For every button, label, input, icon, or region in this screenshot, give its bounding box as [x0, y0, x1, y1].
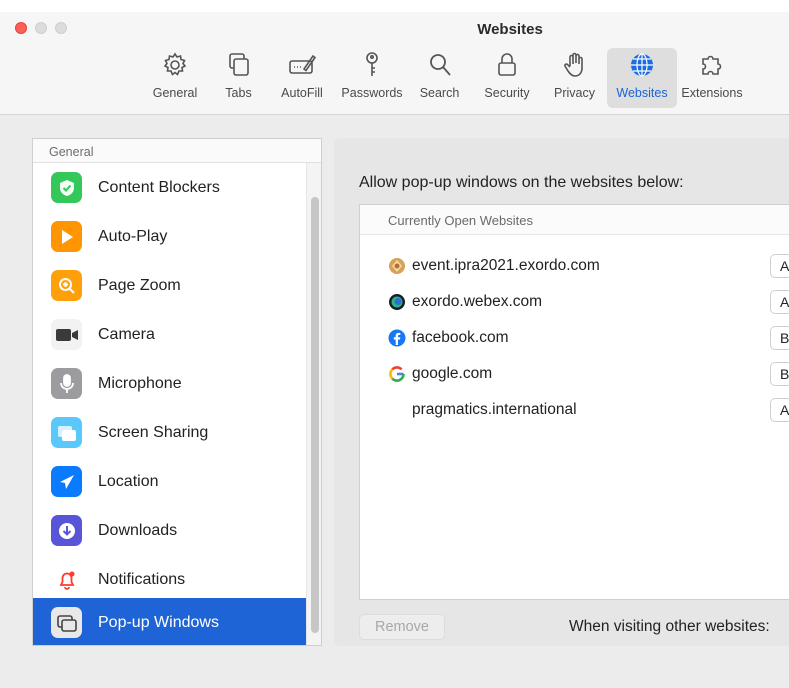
- list-item[interactable]: exordo.webex.com A: [360, 284, 789, 320]
- location-arrow-icon: [51, 466, 82, 497]
- tab-websites[interactable]: Websites: [607, 48, 677, 108]
- gear-icon: [163, 52, 187, 76]
- sidebar-item-label: Page Zoom: [98, 276, 181, 294]
- sidebar-item-content-blockers[interactable]: Content Blockers: [33, 163, 306, 212]
- sidebar-item-auto-play[interactable]: Auto-Play: [33, 212, 306, 261]
- puzzle-icon: [702, 55, 722, 75]
- sidebar-item-label: Downloads: [98, 521, 178, 539]
- lock-icon: [498, 53, 516, 76]
- tab-label: Tabs: [225, 86, 252, 100]
- play-icon: [51, 221, 82, 252]
- websites-list: Currently Open Websites event.ipra2021.e…: [359, 204, 789, 600]
- bell-icon: [51, 564, 82, 595]
- site-domain: google.com: [412, 365, 493, 382]
- camera-icon: [51, 319, 82, 350]
- site-setting-popup[interactable]: A: [770, 398, 789, 422]
- checkmark-shield-icon: [51, 172, 82, 203]
- site-domain: event.ipra2021.exordo.com: [412, 257, 600, 274]
- site-setting-popup[interactable]: A: [770, 254, 789, 278]
- tab-privacy[interactable]: Privacy: [542, 48, 607, 108]
- hand-icon: [563, 52, 583, 77]
- site-domain: pragmatics.international: [412, 401, 577, 418]
- sidebar-item-downloads[interactable]: Downloads: [33, 506, 306, 555]
- facebook-favicon: [388, 329, 406, 347]
- toolbar-area: Websites General Tabs AutoFill Passwords…: [0, 12, 789, 115]
- sidebar-item-microphone[interactable]: Microphone: [33, 359, 306, 408]
- microphone-icon: [51, 368, 82, 399]
- tab-general[interactable]: General: [140, 48, 210, 108]
- sidebar: General Content Blockers Auto-Play Page …: [32, 138, 322, 646]
- screen-sharing-icon: [51, 417, 82, 448]
- tab-search[interactable]: Search: [407, 48, 472, 108]
- site-domain: exordo.webex.com: [412, 293, 543, 310]
- remove-button[interactable]: Remove: [359, 614, 445, 640]
- scrollbar-thumb[interactable]: [311, 197, 319, 633]
- sidebar-item-label: Auto-Play: [98, 227, 168, 245]
- window-title: Websites: [477, 21, 543, 38]
- tab-label: Websites: [616, 86, 668, 100]
- site-setting-popup[interactable]: B: [770, 362, 789, 386]
- tab-autofill[interactable]: AutoFill: [267, 48, 337, 108]
- sidebar-item-label: Microphone: [98, 374, 182, 392]
- tab-security[interactable]: Security: [472, 48, 542, 108]
- sidebar-item-label: Screen Sharing: [98, 423, 209, 441]
- sidebar-section-header: General: [33, 139, 321, 163]
- sidebar-item-label: Content Blockers: [98, 178, 220, 196]
- list-item[interactable]: pragmatics.international A: [360, 392, 789, 428]
- site-setting-popup[interactable]: B: [770, 326, 789, 350]
- sidebar-item-page-zoom[interactable]: Page Zoom: [33, 261, 306, 310]
- download-icon: [51, 515, 82, 546]
- exordo-favicon: [388, 257, 406, 275]
- sidebar-item-label: Camera: [98, 325, 155, 343]
- tab-extensions[interactable]: Extensions: [677, 48, 747, 108]
- site-domain: facebook.com: [412, 329, 509, 346]
- search-icon: [429, 54, 451, 76]
- tab-label: General: [152, 86, 198, 100]
- list-item[interactable]: google.com B: [360, 356, 789, 392]
- tab-label: Extensions: [681, 86, 743, 100]
- webex-favicon: [388, 293, 406, 311]
- preferences-toolbar: General Tabs AutoFill Passwords Search S…: [140, 48, 747, 110]
- sidebar-item-pop-up-windows[interactable]: Pop-up Windows: [33, 598, 306, 645]
- list-section-header: Currently Open Websites: [360, 205, 789, 235]
- sidebar-item-label: Pop-up Windows: [98, 613, 219, 631]
- other-websites-label: When visiting other websites:: [569, 618, 770, 635]
- preferences-window: Websites General Tabs AutoFill Passwords…: [0, 12, 789, 688]
- sidebar-scrollbar[interactable]: [306, 163, 321, 645]
- sidebar-item-screen-sharing[interactable]: Screen Sharing: [33, 408, 306, 457]
- autofill-icon: [289, 54, 317, 74]
- tabs-icon: [228, 53, 249, 76]
- google-favicon: [388, 365, 406, 383]
- tab-label: Passwords: [341, 86, 403, 100]
- tab-passwords[interactable]: Passwords: [337, 48, 407, 108]
- panel-title: Allow pop-up windows on the websites bel…: [359, 174, 684, 191]
- sidebar-item-notifications[interactable]: Notifications: [33, 555, 306, 604]
- tab-tabs[interactable]: Tabs: [210, 48, 267, 108]
- popup-settings-panel: Allow pop-up windows on the websites bel…: [334, 138, 789, 646]
- blank-favicon: [388, 401, 406, 419]
- sidebar-item-label: Location: [98, 472, 159, 490]
- tab-label: Search: [419, 86, 460, 100]
- tab-label: Security: [484, 86, 530, 100]
- tab-label: AutoFill: [281, 86, 323, 100]
- tab-label: Privacy: [554, 86, 595, 100]
- key-icon: [366, 52, 378, 76]
- sidebar-item-location[interactable]: Location: [33, 457, 306, 506]
- sidebar-item-camera[interactable]: Camera: [33, 310, 306, 359]
- sidebar-item-label: Notifications: [98, 570, 186, 588]
- popup-windows-icon: [51, 607, 82, 638]
- list-item[interactable]: facebook.com B: [360, 320, 789, 356]
- list-item[interactable]: event.ipra2021.exordo.com A: [360, 248, 789, 284]
- globe-icon: [631, 53, 653, 77]
- site-setting-popup[interactable]: A: [770, 290, 789, 314]
- zoom-icon: [51, 270, 82, 301]
